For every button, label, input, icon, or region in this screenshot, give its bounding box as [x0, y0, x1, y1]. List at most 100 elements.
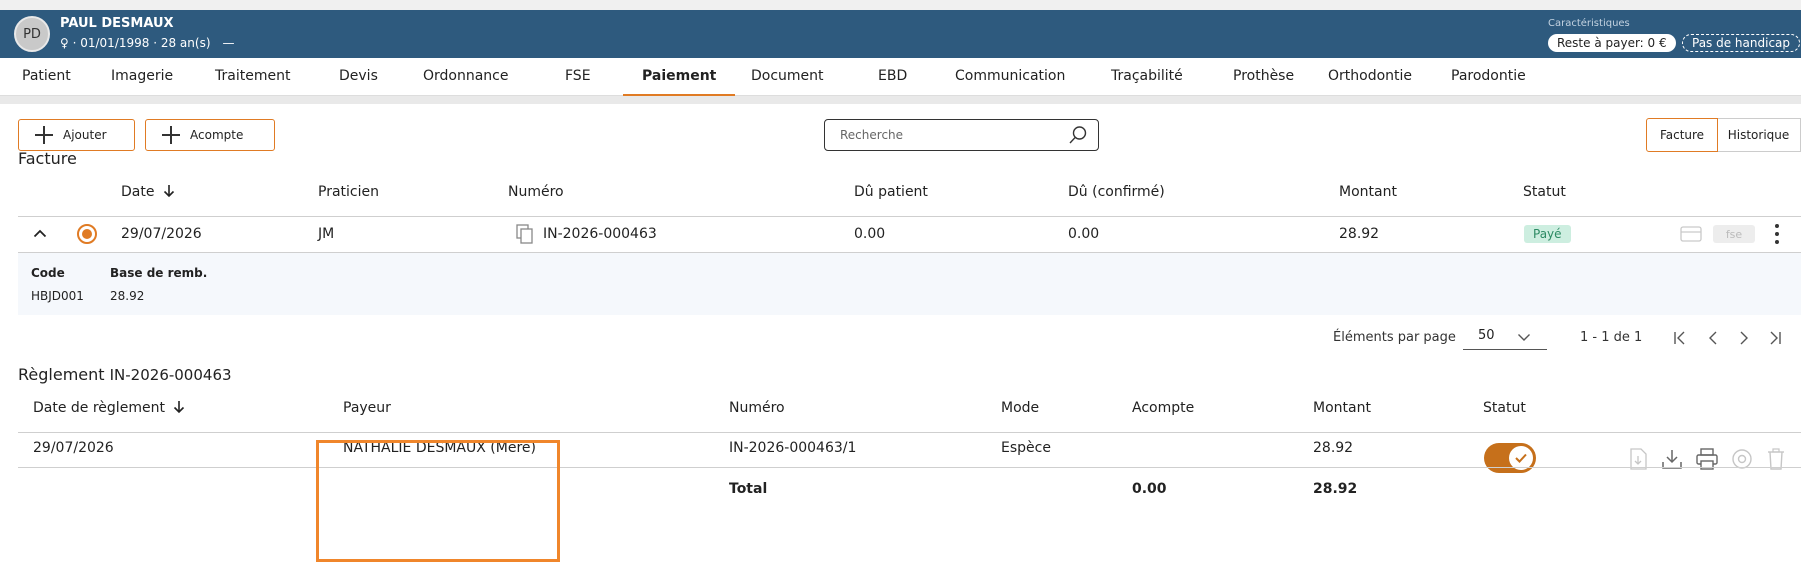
- invoice-select-radio[interactable]: [77, 224, 97, 244]
- column-header-date[interactable]: Date: [121, 184, 175, 200]
- column-header-du-patient[interactable]: Dû patient: [854, 184, 928, 200]
- facture-numero: IN-2026-000463: [543, 226, 657, 242]
- next-page-icon[interactable]: [1736, 330, 1752, 346]
- characteristics-title: Caractéristiques: [1548, 18, 1630, 29]
- per-page-value: 50: [1478, 328, 1495, 343]
- detail-code-label: Code: [31, 266, 65, 280]
- search-box: [824, 119, 1099, 151]
- sort-arrow-down-icon: [174, 401, 185, 414]
- fse-button[interactable]: fse: [1713, 225, 1755, 243]
- detail-base-label: Base de remb.: [110, 266, 208, 280]
- facture-du-patient: 0.00: [854, 226, 886, 242]
- divider: [18, 216, 1801, 217]
- column-header-du-confirme[interactable]: Dû (confirmé): [1068, 184, 1165, 200]
- tab-ordonnance[interactable]: Ordonnance: [423, 58, 509, 96]
- reglement-invoice-number: IN-2026-000463: [109, 366, 232, 384]
- reglement-date: 29/07/2026: [33, 440, 114, 456]
- column-header-statut[interactable]: Statut: [1523, 184, 1566, 200]
- total-acompte: 0.00: [1132, 481, 1167, 497]
- column-header-numero-reglement[interactable]: Numéro: [729, 400, 785, 416]
- total-montant: 28.92: [1313, 481, 1358, 497]
- plus-icon: [35, 126, 53, 144]
- reglement-section-title: Règlement IN-2026-000463: [18, 365, 232, 384]
- patient-info: ♀ · 01/01/1998 · 28 an(s) —: [60, 36, 235, 50]
- check-icon: [1515, 453, 1527, 463]
- reglement-montant: 28.92: [1313, 440, 1354, 456]
- column-header-date-reglement-label: Date de règlement: [33, 400, 165, 416]
- add-button-label: Ajouter: [63, 128, 107, 142]
- facture-montant: 28.92: [1339, 226, 1380, 242]
- tab-devis[interactable]: Devis: [339, 58, 378, 96]
- window-top-strip: [0, 0, 1801, 10]
- reglement-numero: IN-2026-000463/1: [729, 440, 857, 456]
- reglement-mode: Espèce: [1001, 440, 1051, 456]
- tab-traitement[interactable]: Traitement: [215, 58, 290, 96]
- acompte-button[interactable]: Acompte: [145, 119, 275, 151]
- reglement-payeur: NATHALIE DESMAUX (Mère): [343, 440, 536, 456]
- patient-info-dash: —: [222, 36, 235, 50]
- per-page-select[interactable]: 50: [1463, 326, 1547, 350]
- tab-patient[interactable]: Patient: [22, 58, 71, 96]
- column-header-statut-reglement[interactable]: Statut: [1483, 400, 1526, 416]
- search-input[interactable]: [825, 120, 1065, 150]
- payment-panel: Ajouter Acompte Facture Historique Factu…: [0, 104, 1801, 575]
- tab-document[interactable]: Document: [751, 58, 824, 96]
- divider: [18, 467, 1801, 468]
- column-header-praticien[interactable]: Praticien: [318, 184, 379, 200]
- tab-bar: Patient Imagerie Traitement Devis Ordonn…: [0, 58, 1801, 96]
- avatar[interactable]: PD: [14, 16, 50, 52]
- column-header-payeur[interactable]: Payeur: [343, 400, 391, 416]
- tab-ebd[interactable]: EBD: [878, 58, 907, 96]
- reglement-title: Règlement: [18, 365, 105, 384]
- tab-orthodontie[interactable]: Orthodontie: [1328, 58, 1412, 96]
- handicap-badge[interactable]: Pas de handicap: [1682, 34, 1801, 52]
- detail-code-value: HBJD001: [31, 289, 84, 303]
- previous-page-icon[interactable]: [1705, 330, 1721, 346]
- per-page-label: Éléments par page: [1333, 330, 1456, 345]
- invoice-detail: Code Base de remb. HBJD001 28.92: [18, 253, 1801, 315]
- status-badge: Payé: [1524, 225, 1571, 243]
- search-icon[interactable]: [1068, 125, 1088, 145]
- separator-strip: [0, 96, 1801, 104]
- column-header-mode[interactable]: Mode: [1001, 400, 1039, 416]
- historique-toggle[interactable]: Historique: [1717, 118, 1801, 152]
- chevron-up-icon[interactable]: [33, 228, 47, 238]
- pagination-range: 1 - 1 de 1: [1580, 330, 1643, 345]
- patient-name: PAUL DESMAUX: [60, 16, 174, 31]
- column-header-acompte[interactable]: Acompte: [1132, 400, 1194, 416]
- tab-fse[interactable]: FSE: [565, 58, 591, 96]
- tab-imagerie[interactable]: Imagerie: [111, 58, 173, 96]
- tab-communication[interactable]: Communication: [955, 58, 1065, 96]
- divider: [18, 432, 1801, 433]
- first-page-icon[interactable]: [1672, 330, 1688, 346]
- total-label: Total: [729, 481, 768, 497]
- copy-icon[interactable]: [516, 224, 534, 244]
- facture-section-title: Facture: [18, 149, 77, 168]
- tab-tracabilite[interactable]: Traçabilité: [1111, 58, 1183, 96]
- tab-parodontie[interactable]: Parodontie: [1451, 58, 1526, 96]
- column-header-date-label: Date: [121, 184, 155, 200]
- payeur-highlight-box: [316, 440, 560, 562]
- tab-paiement[interactable]: Paiement: [623, 58, 736, 96]
- plus-icon: [162, 126, 180, 144]
- facture-date: 29/07/2026: [121, 226, 202, 242]
- patient-birth-info: ♀ · 01/01/1998 · 28 an(s): [60, 36, 211, 50]
- facture-toggle[interactable]: Facture: [1646, 118, 1718, 152]
- chevron-down-icon: [1518, 334, 1530, 341]
- facture-du-confirme: 0.00: [1068, 226, 1100, 242]
- column-header-numero[interactable]: Numéro: [508, 184, 564, 200]
- last-page-icon[interactable]: [1767, 330, 1783, 346]
- column-header-montant[interactable]: Montant: [1339, 184, 1397, 200]
- sort-arrow-down-icon: [163, 185, 174, 198]
- facture-praticien: JM: [318, 226, 335, 242]
- card-payment-icon[interactable]: [1680, 226, 1702, 242]
- add-button[interactable]: Ajouter: [18, 119, 135, 151]
- patient-header: PD PAUL DESMAUX ♀ · 01/01/1998 · 28 an(s…: [0, 10, 1801, 58]
- more-options-icon[interactable]: [1773, 223, 1781, 245]
- reste-a-payer-badge: Reste à payer: 0 €: [1548, 34, 1676, 52]
- column-header-montant-reglement[interactable]: Montant: [1313, 400, 1371, 416]
- tab-prothese[interactable]: Prothèse: [1233, 58, 1294, 96]
- status-toggle[interactable]: [1484, 443, 1536, 473]
- detail-base-value: 28.92: [110, 289, 145, 303]
- column-header-date-reglement[interactable]: Date de règlement: [33, 400, 185, 416]
